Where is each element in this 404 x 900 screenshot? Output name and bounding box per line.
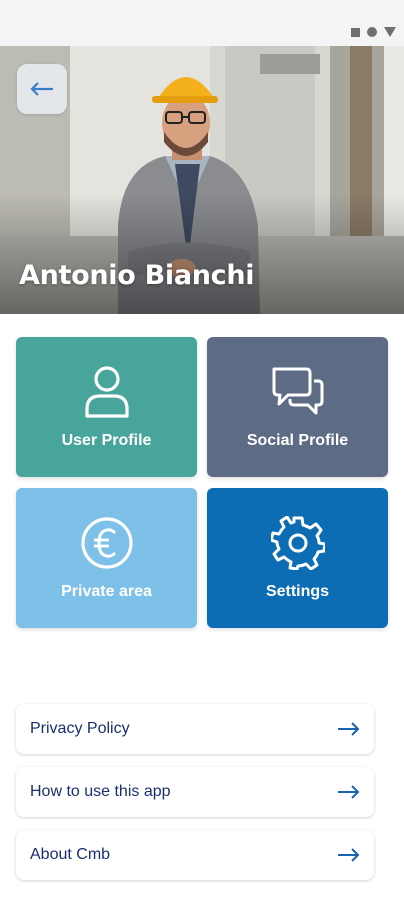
status-icons (351, 27, 396, 37)
euro-icon (80, 517, 133, 569)
chat-bubbles-icon (272, 367, 323, 415)
how-to-use-link[interactable]: How to use this app (16, 767, 374, 817)
arrow-right-icon (338, 722, 360, 736)
settings-label: Settings (265, 583, 330, 600)
privacy-policy-label: Privacy Policy (30, 720, 130, 737)
arrow-right-icon (338, 785, 360, 799)
how-to-use-label: How to use this app (30, 783, 171, 800)
stop-icon (351, 27, 360, 37)
social-profile-tile[interactable]: Social Profile (207, 337, 388, 477)
private-area-tile[interactable]: Private area (16, 488, 197, 628)
record-icon (367, 27, 377, 37)
user-profile-label: User Profile (61, 432, 152, 449)
private-area-label: Private area (61, 583, 152, 600)
arrow-right-icon (338, 848, 360, 862)
status-bar (0, 0, 404, 46)
about-cmb-label: About Cmb (30, 846, 111, 863)
settings-tile[interactable]: Settings (207, 488, 388, 628)
profile-header: Antonio Bianchi (0, 46, 404, 314)
back-button[interactable] (17, 64, 67, 114)
privacy-policy-link[interactable]: Privacy Policy (16, 704, 374, 754)
gear-icon (270, 516, 325, 570)
user-icon (84, 366, 129, 418)
user-profile-tile[interactable]: User Profile (16, 337, 197, 477)
dropdown-triangle-icon (384, 27, 396, 37)
about-cmb-link[interactable]: About Cmb (16, 830, 374, 880)
social-profile-label: Social Profile (246, 432, 349, 449)
arrow-left-icon (30, 82, 53, 96)
user-name: Antonio Bianchi (19, 260, 255, 291)
